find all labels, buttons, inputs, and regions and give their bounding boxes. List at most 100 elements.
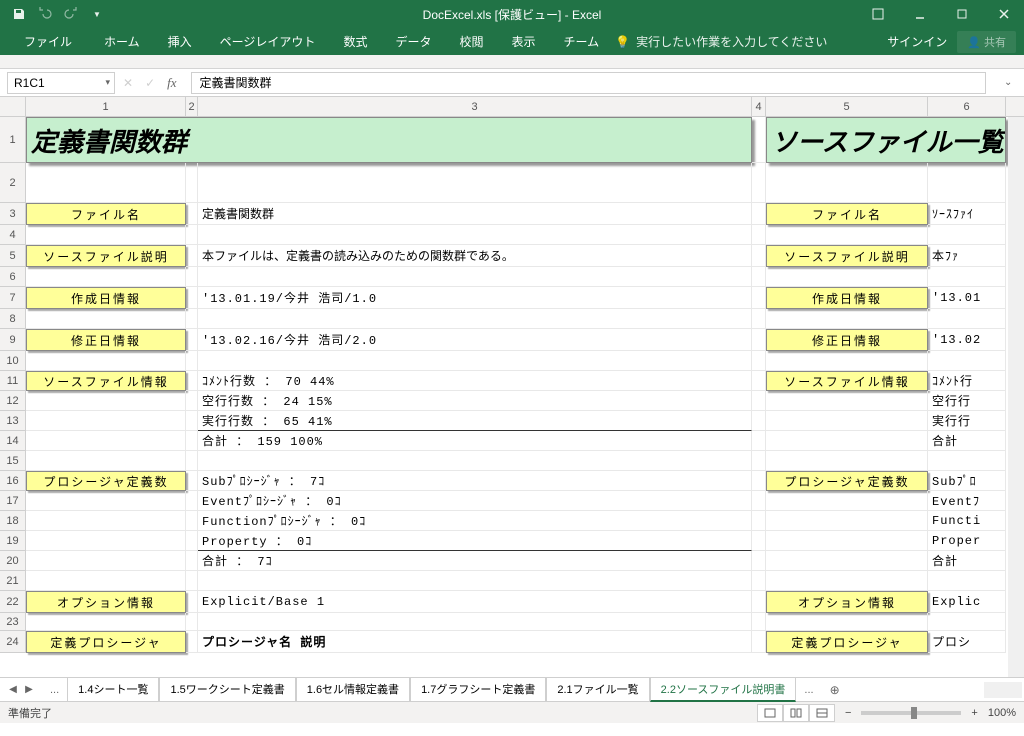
close-icon[interactable] xyxy=(984,0,1024,28)
tab-overflow-right[interactable]: ... xyxy=(796,681,821,699)
cell[interactable]: Eventﾌﾟﾛｼｰｼﾞｬ ： 0ｺ xyxy=(198,491,752,511)
row-header[interactable]: 17 xyxy=(0,491,26,511)
cell[interactable] xyxy=(752,551,766,571)
new-sheet-icon[interactable]: ⊕ xyxy=(822,683,848,697)
cell[interactable]: 作成日情報 xyxy=(766,287,928,309)
tab-overflow-left[interactable]: ... xyxy=(42,681,67,699)
row-header[interactable]: 2 xyxy=(0,163,26,203)
cell[interactable]: プロシ xyxy=(928,631,1006,653)
tab-review[interactable]: 校閲 xyxy=(447,29,495,54)
row-header[interactable]: 21 xyxy=(0,571,26,591)
cell[interactable]: ファイル名 xyxy=(766,203,928,225)
enter-formula-icon[interactable]: ✓ xyxy=(145,76,155,90)
cell[interactable] xyxy=(766,391,928,411)
cell[interactable]: '13.01 xyxy=(928,287,1006,309)
cell[interactable] xyxy=(928,267,1006,287)
cell[interactable] xyxy=(752,591,766,613)
cell[interactable] xyxy=(186,329,198,351)
cell[interactable]: Subﾌﾟﾛｼｰｼﾞｬ ： 7ｺ xyxy=(198,471,752,491)
maximize-icon[interactable] xyxy=(942,0,982,28)
cell[interactable] xyxy=(186,371,198,391)
name-box[interactable]: R1C1 xyxy=(7,72,115,94)
cell[interactable] xyxy=(766,511,928,531)
zoom-slider[interactable] xyxy=(861,711,961,715)
cell[interactable] xyxy=(752,309,766,329)
cell[interactable] xyxy=(766,491,928,511)
tab-formulas[interactable]: 数式 xyxy=(331,29,379,54)
ribbon-display-icon[interactable] xyxy=(858,0,898,28)
cell[interactable] xyxy=(198,163,752,203)
formula-input[interactable]: 定義書関数群 xyxy=(191,72,986,94)
cell[interactable] xyxy=(198,267,752,287)
cell[interactable] xyxy=(186,613,198,631)
cell[interactable] xyxy=(198,309,752,329)
cell[interactable] xyxy=(752,531,766,551)
col-header[interactable]: 5 xyxy=(766,97,928,116)
cell[interactable] xyxy=(198,571,752,591)
row-header[interactable]: 14 xyxy=(0,431,26,451)
row-header[interactable]: 7 xyxy=(0,287,26,309)
cell[interactable] xyxy=(186,511,198,531)
cell[interactable] xyxy=(26,571,186,591)
cell[interactable]: Eventﾌ xyxy=(928,491,1006,511)
cell[interactable]: ｺﾒﾝﾄ行数 ： 70 44% xyxy=(198,371,752,391)
formula-expand-icon[interactable]: ⌄ xyxy=(1004,77,1018,88)
cell[interactable] xyxy=(26,511,186,531)
cell[interactable] xyxy=(186,245,198,267)
cell[interactable] xyxy=(766,225,928,245)
tab-data[interactable]: データ xyxy=(383,29,443,54)
sheet-tab[interactable]: 2.2ソースファイル説明書 xyxy=(650,678,797,702)
cell[interactable] xyxy=(186,225,198,245)
cell[interactable] xyxy=(26,551,186,571)
cell[interactable] xyxy=(766,411,928,431)
share-button[interactable]: 👤 共有 xyxy=(957,31,1016,53)
cell[interactable] xyxy=(186,471,198,491)
cell[interactable] xyxy=(752,451,766,471)
cell[interactable]: 作成日情報 xyxy=(26,287,186,309)
page-layout-view-icon[interactable] xyxy=(783,704,809,722)
cell[interactable] xyxy=(186,163,198,203)
cell[interactable] xyxy=(752,511,766,531)
qat-dropdown-icon[interactable]: ▼ xyxy=(88,5,106,23)
cell[interactable] xyxy=(766,551,928,571)
cell[interactable]: 定義プロシージャ xyxy=(766,631,928,653)
cell[interactable]: Explic xyxy=(928,591,1006,613)
page-break-view-icon[interactable] xyxy=(809,704,835,722)
minimize-icon[interactable] xyxy=(900,0,940,28)
cell[interactable] xyxy=(752,203,766,225)
cell[interactable]: 本ﾌｧ xyxy=(928,245,1006,267)
row-header[interactable]: 11 xyxy=(0,371,26,391)
cell[interactable]: プロシージャ定義数 xyxy=(766,471,928,491)
cell[interactable]: 実行行 xyxy=(928,411,1006,431)
row-header[interactable]: 13 xyxy=(0,411,26,431)
cell[interactable]: Functi xyxy=(928,511,1006,531)
cell[interactable] xyxy=(186,591,198,613)
cell[interactable] xyxy=(752,431,766,451)
cell[interactable]: Proper xyxy=(928,531,1006,551)
cell[interactable] xyxy=(26,163,186,203)
tab-home[interactable]: ホーム xyxy=(92,29,152,54)
cell[interactable] xyxy=(752,371,766,391)
cell[interactable]: プロシージャ名 説明 xyxy=(198,631,752,653)
cell[interactable]: ｺﾒﾝﾄ行 xyxy=(928,371,1006,391)
sheet-tab[interactable]: 1.4シート一覧 xyxy=(67,678,159,702)
row-header[interactable]: 18 xyxy=(0,511,26,531)
cell[interactable] xyxy=(26,391,186,411)
cell[interactable]: ソースファイル情報 xyxy=(26,371,186,391)
tab-insert[interactable]: 挿入 xyxy=(156,29,204,54)
cell[interactable]: 実行行数 ： 65 41% xyxy=(198,411,752,431)
cancel-formula-icon[interactable]: ✕ xyxy=(123,76,133,90)
cell[interactable]: Property ： 0ｺ xyxy=(198,531,752,551)
cell[interactable] xyxy=(752,163,766,203)
cell[interactable] xyxy=(752,245,766,267)
cell[interactable]: 定義プロシージャ xyxy=(26,631,186,653)
row-header[interactable]: 3 xyxy=(0,203,26,225)
cell[interactable] xyxy=(928,309,1006,329)
cell[interactable] xyxy=(766,431,928,451)
cell[interactable]: ソースファイル説明 xyxy=(26,245,186,267)
spreadsheet-grid[interactable]: 1 2 3 4 5 6 1定義書関数群ソースファイル一覧関数23ファイル名定義書… xyxy=(0,97,1024,677)
cell[interactable] xyxy=(186,309,198,329)
cell[interactable] xyxy=(186,351,198,371)
cell[interactable] xyxy=(752,491,766,511)
cell[interactable] xyxy=(752,613,766,631)
